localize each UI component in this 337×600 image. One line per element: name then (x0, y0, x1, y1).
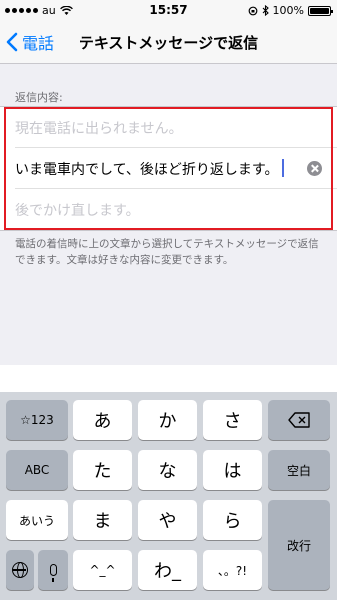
battery-percent: 100% (272, 4, 304, 17)
key-na[interactable]: な (138, 450, 197, 490)
navigation-bar: 電話 テキストメッセージで返信 (0, 20, 337, 64)
delete-icon (288, 412, 310, 428)
response-field-2[interactable]: いま電車内でして、後ほど折り返します。 (15, 148, 337, 189)
key-abc[interactable]: ABC (6, 450, 68, 490)
key-ra[interactable]: ら (203, 500, 262, 540)
keyboard-accessory-bar (0, 365, 337, 392)
section-header: 返信内容: (15, 91, 63, 104)
response-list: 現在電話に出られません。 いま電車内でして、後ほど折り返します。 後でかけ直しま… (0, 106, 337, 231)
battery-icon (308, 5, 333, 16)
status-bar: au 15:57 100% (0, 0, 337, 20)
globe-key[interactable] (6, 550, 34, 590)
footer-note: 電話の着信時に上の文章から選択してテキストメッセージで返信できます。文章は好きな… (15, 238, 319, 266)
microphone-icon (49, 564, 57, 582)
key-sa[interactable]: さ (203, 400, 262, 440)
text-cursor (282, 159, 285, 177)
bluetooth-icon (262, 5, 269, 16)
globe-icon (12, 562, 28, 578)
response-text-3: 後でかけ直します。 (15, 203, 140, 219)
keyboard: ☆123 あ か さ ABC た な は 空白 あいう ま や ら 改行 ^_^… (0, 392, 337, 600)
key-ma[interactable]: ま (73, 500, 132, 540)
key-punctuation[interactable]: 、。?! (203, 550, 262, 590)
page-title: テキストメッセージで返信 (78, 34, 259, 52)
status-icons: 100% (248, 4, 333, 17)
key-ka[interactable]: か (138, 400, 197, 440)
key-a[interactable]: あ (73, 400, 132, 440)
key-ha[interactable]: は (203, 450, 262, 490)
key-emoticon[interactable]: ^_^ (73, 550, 132, 590)
microphone-key[interactable] (38, 550, 68, 590)
key-numbers[interactable]: ☆123 (6, 400, 68, 440)
response-field-1[interactable]: 現在電話に出られません。 (15, 107, 337, 148)
rotation-lock-icon (248, 6, 257, 15)
key-return[interactable]: 改行 (268, 500, 330, 590)
key-space[interactable]: 空白 (268, 450, 330, 490)
response-text-1: 現在電話に出られません。 (15, 121, 183, 137)
key-wa[interactable]: わ_ (138, 550, 197, 590)
key-ta[interactable]: た (73, 450, 132, 490)
response-text-2: いま電車内でして、後ほど折り返します。 (15, 159, 285, 179)
clear-text-icon[interactable] (307, 161, 322, 176)
key-ya[interactable]: や (138, 500, 197, 540)
key-hiragana-mode[interactable]: あいう (6, 500, 68, 540)
response-field-3[interactable]: 後でかけ直します。 (15, 189, 337, 230)
delete-key[interactable] (268, 400, 330, 440)
